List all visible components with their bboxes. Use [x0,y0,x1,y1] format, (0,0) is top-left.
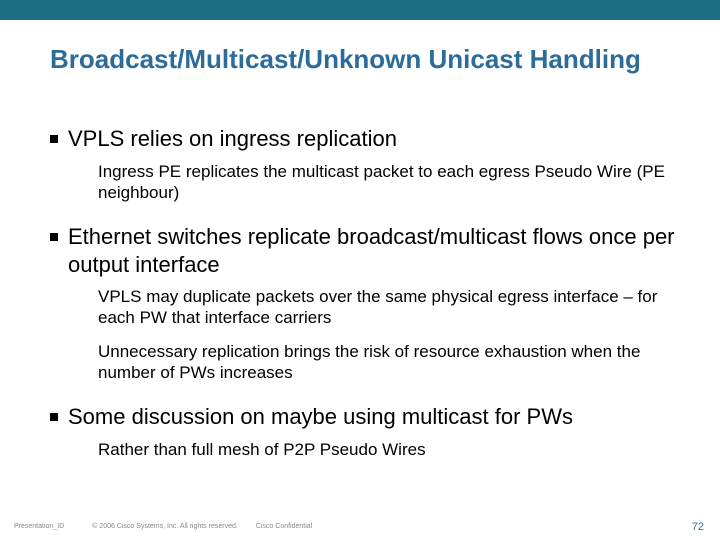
footer: Presentation_ID © 2006 Cisco Systems, In… [0,523,720,530]
slide-content: Broadcast/Multicast/Unknown Unicast Hand… [0,20,720,460]
sub-bullet: Unnecessary replication brings the risk … [98,341,668,384]
page-number: 72 [692,521,704,533]
sub-bullet: Rather than full mesh of P2P Pseudo Wire… [98,439,668,460]
bullet-item: Ethernet switches replicate broadcast/mu… [50,223,690,278]
bullet-icon [50,233,58,241]
bullet-item: VPLS relies on ingress replication [50,125,690,153]
bullet-text: Some discussion on maybe using multicast… [68,403,573,431]
bullet-text: Ethernet switches replicate broadcast/mu… [68,223,690,278]
slide-title: Broadcast/Multicast/Unknown Unicast Hand… [50,44,690,75]
bullet-icon [50,413,58,421]
sub-bullet: VPLS may duplicate packets over the same… [98,286,668,329]
copyright: © 2006 Cisco Systems, Inc. All rights re… [92,523,238,530]
bullet-item: Some discussion on maybe using multicast… [50,403,690,431]
bullet-text: VPLS relies on ingress replication [68,125,397,153]
presentation-id: Presentation_ID [14,523,64,530]
confidential-label: Cisco Confidential [256,523,312,530]
top-band [0,0,720,20]
bullet-icon [50,135,58,143]
sub-bullet: Ingress PE replicates the multicast pack… [98,161,668,204]
